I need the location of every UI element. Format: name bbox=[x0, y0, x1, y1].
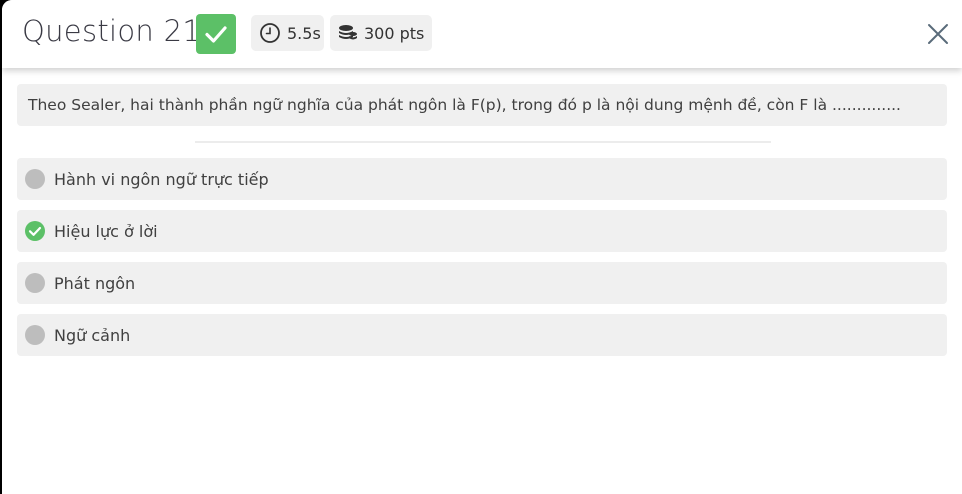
answer-option-1[interactable]: Hành vi ngôn ngữ trực tiếp bbox=[17, 158, 947, 200]
correct-status-badge bbox=[196, 14, 236, 54]
correct-check-circle-icon bbox=[25, 221, 45, 241]
time-pill: 5.5s bbox=[251, 15, 324, 51]
answer-options: Hành vi ngôn ngữ trực tiếp Hiệu lực ở lờ… bbox=[17, 158, 947, 366]
answer-option-label: Hành vi ngôn ngữ trực tiếp bbox=[54, 169, 269, 189]
answer-option-4[interactable]: Ngữ cảnh bbox=[17, 314, 947, 356]
answer-option-2[interactable]: Hiệu lực ở lời bbox=[17, 210, 947, 252]
time-value: 5.5s bbox=[287, 23, 321, 43]
question-title: Question 21 bbox=[22, 14, 202, 48]
answer-option-label: Ngữ cảnh bbox=[54, 325, 131, 345]
question-text-box: Theo Sealer, hai thành phần ngữ nghĩa củ… bbox=[17, 84, 947, 126]
check-icon bbox=[205, 26, 227, 43]
answer-option-label: Hiệu lực ở lời bbox=[54, 221, 158, 241]
unselected-radio-icon bbox=[25, 325, 45, 345]
close-button[interactable] bbox=[924, 20, 952, 48]
answer-option-label: Phát ngôn bbox=[54, 273, 136, 293]
coins-icon bbox=[339, 25, 357, 40]
close-icon[interactable] bbox=[927, 23, 949, 45]
points-pill: 300 pts bbox=[330, 15, 432, 51]
unselected-radio-icon bbox=[25, 169, 45, 189]
question-panel: Question 21 5.5s 300 pts Theo Sealer, ha… bbox=[2, 0, 962, 494]
question-text: Theo Sealer, hai thành phần ngữ nghĩa củ… bbox=[28, 96, 901, 114]
points-value: 300 pts bbox=[364, 23, 425, 43]
unselected-radio-icon bbox=[25, 273, 45, 293]
question-header: Question 21 5.5s 300 pts bbox=[2, 0, 962, 68]
answer-option-3[interactable]: Phát ngôn bbox=[17, 262, 947, 304]
divider bbox=[195, 141, 771, 143]
clock-icon bbox=[260, 23, 280, 43]
